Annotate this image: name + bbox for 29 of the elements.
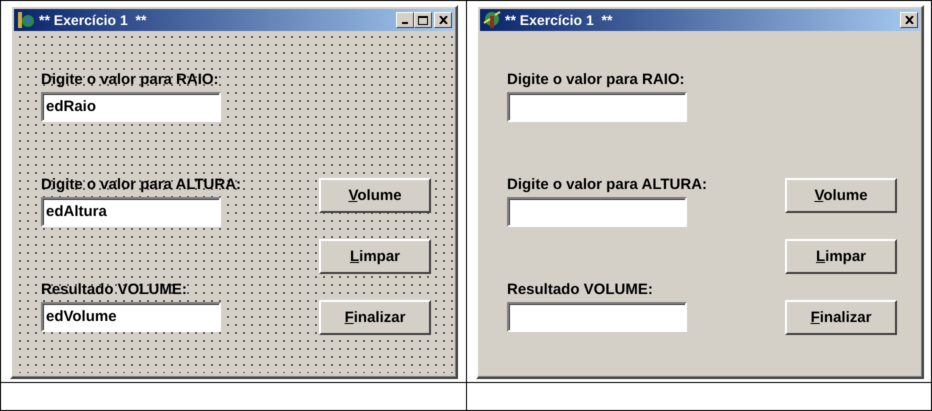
input-field[interactable]: edVolume bbox=[41, 302, 221, 332]
close-icon bbox=[438, 16, 448, 24]
field-label: Resultado VOLUME: bbox=[41, 281, 187, 299]
field-label: Digite o valor para RAIO: bbox=[41, 71, 219, 89]
form-button[interactable]: Limpar bbox=[319, 239, 431, 274]
form-button[interactable]: Finalizar bbox=[319, 300, 431, 335]
window-title: ** Exercício 1 ** bbox=[505, 12, 614, 28]
input-field[interactable] bbox=[507, 197, 687, 227]
input-field[interactable]: edRaio bbox=[41, 92, 221, 122]
field-label: Resultado VOLUME: bbox=[507, 281, 653, 299]
form-button[interactable]: Volume bbox=[319, 178, 431, 213]
input-field[interactable]: edAltura bbox=[41, 197, 221, 227]
field-label: Digite o valor para ALTURA: bbox=[507, 176, 708, 194]
form-button[interactable]: Volume bbox=[785, 178, 897, 213]
input-field[interactable] bbox=[507, 302, 687, 332]
globe-icon bbox=[17, 11, 35, 29]
app-icon bbox=[483, 11, 501, 29]
close-button[interactable] bbox=[900, 12, 918, 28]
minimize-button[interactable] bbox=[396, 12, 414, 28]
field-label: Digite o valor para RAIO: bbox=[507, 71, 685, 89]
window-title: ** Exercício 1 ** bbox=[39, 12, 148, 28]
field-label: Digite o valor para ALTURA: bbox=[41, 176, 242, 194]
input-field[interactable] bbox=[507, 92, 687, 122]
close-icon bbox=[904, 16, 914, 24]
close-button[interactable] bbox=[434, 12, 452, 28]
form-button[interactable]: Finalizar bbox=[785, 300, 897, 335]
maximize-button[interactable] bbox=[414, 12, 432, 28]
maximize-icon bbox=[418, 16, 428, 24]
form-button[interactable]: Limpar bbox=[785, 239, 897, 274]
